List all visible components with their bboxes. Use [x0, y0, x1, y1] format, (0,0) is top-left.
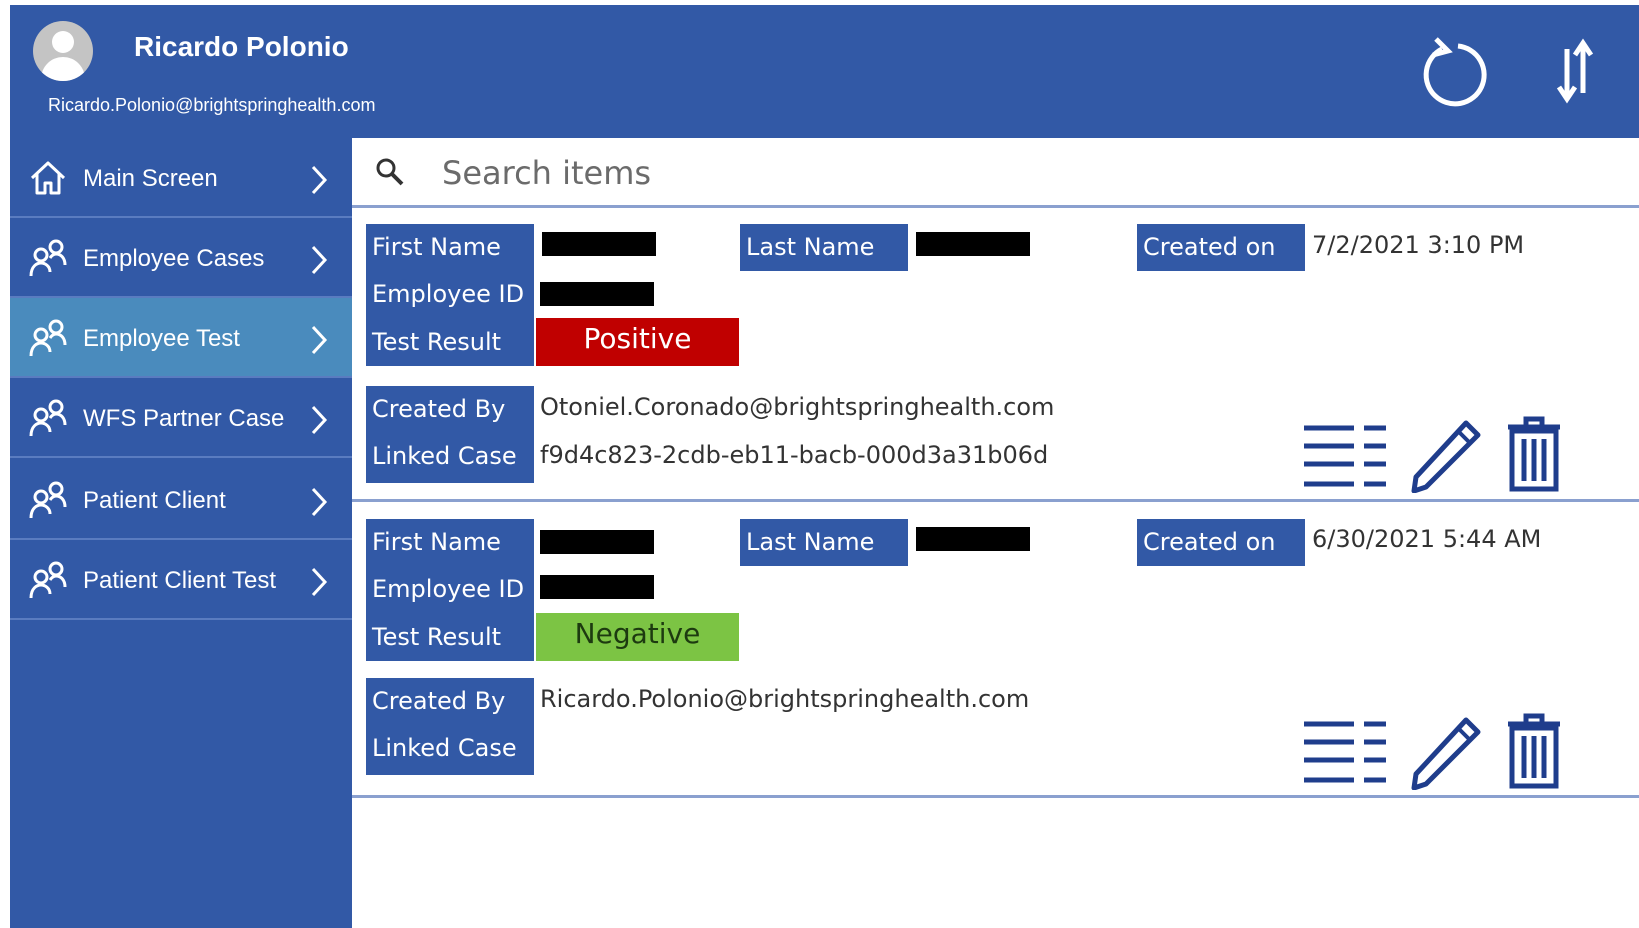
sidebar-item-main-screen[interactable]: Main Screen [10, 138, 352, 218]
test-result-badge: Negative [536, 613, 739, 661]
redacted-employee-id [540, 575, 654, 599]
redacted-last-name [916, 527, 1030, 551]
record-card[interactable]: First Name Last Name Created on 7/2/2021… [352, 210, 1639, 502]
chevron-right-icon [311, 325, 328, 355]
sidebar-item-employee-test[interactable]: Employee Test [10, 298, 352, 378]
last-name-label: Last Name [740, 519, 908, 566]
redacted-last-name [916, 232, 1030, 256]
linked-case-label: Linked Case [372, 734, 517, 762]
linked-case-value: f9d4c823-2cdb-eb11-bacb-000d3a31b06d [540, 441, 1049, 469]
sort-icon[interactable] [1555, 35, 1595, 112]
search-icon [376, 158, 404, 186]
sidebar-item-wfs-partner-case[interactable]: WFS Partner Case [10, 378, 352, 458]
people-icon [29, 239, 67, 277]
refresh-icon[interactable] [1420, 35, 1490, 118]
main-panel: First Name Last Name Created on 7/2/2021… [352, 138, 1639, 928]
home-icon [30, 161, 66, 195]
sidebar-item-label: Employee Test [83, 325, 240, 352]
sidebar-item-patient-client[interactable]: Patient Client [10, 460, 352, 540]
test-result-label: Test Result [366, 319, 534, 366]
created-by-value: Ricardo.Polonio@brightspringhealth.com [540, 685, 1030, 713]
sidebar-item-label: Employee Cases [83, 245, 265, 272]
people-icon [29, 481, 67, 519]
sidebar-item-employee-cases[interactable]: Employee Cases [10, 218, 352, 298]
avatar[interactable] [33, 21, 93, 81]
created-by-linked-case-labels: Created By Linked Case [366, 386, 534, 483]
app-window: Ricardo Polonio Ricardo.Polonio@brightsp… [10, 5, 1639, 928]
chevron-right-icon [311, 165, 328, 195]
chevron-right-icon [311, 245, 328, 275]
delete-trash-icon[interactable] [1504, 415, 1564, 493]
people-icon [29, 399, 67, 437]
edit-pencil-icon[interactable] [1408, 712, 1486, 790]
last-name-label: Last Name [740, 224, 908, 271]
record-card[interactable]: First Name Last Name Created on 6/30/202… [352, 502, 1639, 798]
created-by-linked-case-labels: Created By Linked Case [366, 678, 534, 775]
created-on-label: Created on [1137, 224, 1305, 271]
sidebar-item-label: Patient Client Test [83, 567, 276, 594]
details-list-icon[interactable] [1302, 718, 1388, 786]
search-input[interactable] [440, 148, 1594, 198]
first-name-label: First Name [366, 519, 534, 566]
created-on-label: Created on [1137, 519, 1305, 566]
chevron-right-icon [311, 567, 328, 597]
details-list-icon[interactable] [1302, 422, 1388, 490]
delete-trash-icon[interactable] [1504, 712, 1564, 790]
created-by-value: Otoniel.Coronado@brightspringhealth.com [540, 393, 1055, 421]
people-icon [29, 561, 67, 599]
created-by-label: Created By [372, 687, 506, 715]
sidebar-item-label: Patient Client [83, 487, 226, 514]
user-name: Ricardo Polonio [134, 31, 349, 62]
sidebar-item-label: WFS Partner Case [83, 405, 285, 432]
header: Ricardo Polonio Ricardo.Polonio@brightsp… [10, 5, 1639, 138]
user-email: Ricardo.Polonio@brightspringhealth.com [48, 95, 376, 115]
chevron-right-icon [311, 405, 328, 435]
search-bar [352, 138, 1639, 208]
created-on-value: 6/30/2021 5:44 AM [1312, 525, 1542, 553]
created-by-label: Created By [372, 395, 506, 423]
chevron-right-icon [311, 487, 328, 517]
employee-id-label: Employee ID [366, 271, 534, 319]
sidebar-item-label: Main Screen [83, 165, 218, 192]
employee-id-label: Employee ID [366, 566, 534, 614]
redacted-employee-id [540, 282, 654, 306]
linked-case-label: Linked Case [372, 442, 517, 470]
edit-pencil-icon[interactable] [1408, 415, 1486, 493]
sidebar: Main Screen Employee Cases Employee Test [10, 138, 352, 928]
sidebar-item-patient-client-test[interactable]: Patient Client Test [10, 540, 352, 620]
test-result-badge: Positive [536, 318, 739, 366]
created-on-value: 7/2/2021 3:10 PM [1312, 231, 1525, 259]
people-icon [29, 319, 67, 357]
redacted-first-name [540, 530, 654, 554]
test-result-label: Test Result [366, 614, 534, 661]
redacted-first-name [542, 232, 656, 256]
first-name-label: First Name [366, 224, 534, 271]
